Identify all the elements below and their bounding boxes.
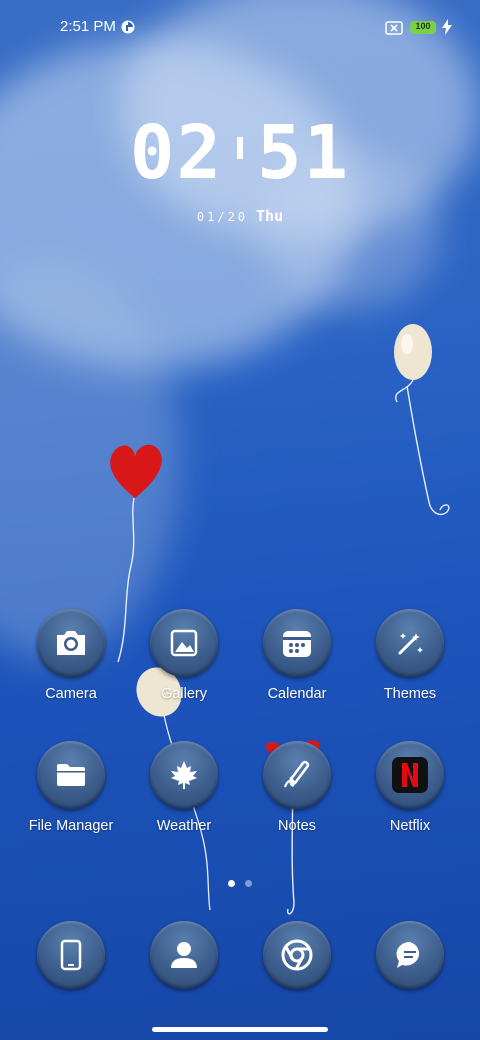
app-contacts[interactable]	[134, 921, 234, 1001]
page-dot[interactable]	[245, 880, 252, 887]
app-messages[interactable]	[360, 921, 460, 1001]
date-text: 01/20	[196, 210, 249, 224]
folder-icon	[37, 741, 105, 809]
netflix-icon	[376, 741, 444, 809]
chat-icon	[376, 921, 444, 989]
app-file-manager[interactable]: File Manager	[21, 741, 121, 851]
chrome-icon	[263, 921, 331, 989]
charging-icon	[442, 19, 452, 35]
app-gallery[interactable]: Gallery	[134, 609, 234, 719]
clock-minutes: 51	[257, 110, 351, 196]
pen-icon	[263, 741, 331, 809]
calendar-icon	[263, 609, 331, 677]
person-icon	[150, 921, 218, 989]
app-notes[interactable]: Notes	[247, 741, 347, 851]
date-display[interactable]: 01/20 Thu	[0, 206, 480, 225]
app-themes[interactable]: Themes	[360, 609, 460, 719]
app-chrome[interactable]	[247, 921, 347, 1001]
app-label: Themes	[383, 686, 437, 702]
notification-icon	[121, 20, 135, 34]
home-screen: 2:51 PM 100 02 51 01/20 Thu Camera Galle…	[0, 0, 480, 1040]
status-time: 2:51 PM	[60, 18, 116, 35]
clock-widget[interactable]: 02 51	[0, 110, 480, 196]
app-camera[interactable]: Camera	[21, 609, 121, 719]
battery-level: 100	[415, 21, 431, 31]
phone-icon	[37, 921, 105, 989]
battery-indicator: 100	[410, 21, 436, 34]
maple-leaf-icon	[150, 741, 218, 809]
clock-separator	[237, 137, 243, 160]
page-dot-active[interactable]	[228, 880, 235, 887]
page-indicator	[0, 872, 480, 891]
status-bar: 2:51 PM 100	[0, 0, 480, 56]
app-weather[interactable]: Weather	[134, 741, 234, 851]
image-icon	[150, 609, 218, 677]
magic-wand-icon	[376, 609, 444, 677]
camera-icon	[37, 609, 105, 677]
app-netflix[interactable]: Netflix	[360, 741, 460, 851]
clock-hours: 02	[129, 110, 223, 196]
sim-off-icon	[385, 21, 403, 35]
app-phone[interactable]	[21, 921, 121, 1001]
weekday-text: Thu	[256, 207, 284, 225]
app-calendar[interactable]: Calendar	[247, 609, 347, 719]
app-label: Netflix	[389, 818, 431, 834]
home-indicator[interactable]	[152, 1027, 328, 1032]
white-balloon	[394, 324, 450, 516]
